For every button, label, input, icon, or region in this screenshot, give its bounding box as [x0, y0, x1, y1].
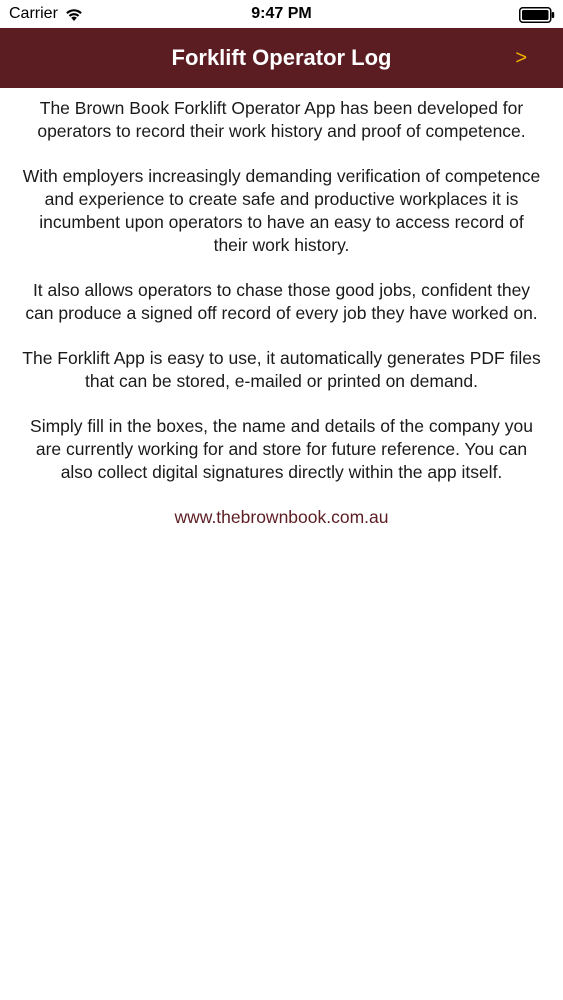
page-title: Forklift Operator Log	[171, 45, 392, 70]
app-screen: Carrier 9:47 PM Forklift Operator Log > …	[0, 0, 563, 1000]
intro-paragraph: With employers increasingly demanding ve…	[22, 166, 541, 255]
nav-bar: Forklift Operator Log >	[0, 28, 563, 88]
intro-paragraph: Simply fill in the boxes, the name and d…	[30, 416, 533, 482]
intro-paragraph: It also allows operators to chase those …	[25, 280, 538, 323]
intro-paragraph: The Forklift App is easy to use, it auto…	[22, 348, 541, 391]
status-bar: Carrier 9:47 PM	[0, 0, 563, 28]
intro-content: The Brown Book Forklift Operator App has…	[20, 97, 543, 529]
next-button[interactable]: >	[515, 28, 527, 88]
status-time: 9:47 PM	[251, 5, 312, 22]
intro-paragraph: The Brown Book Forklift Operator App has…	[37, 98, 526, 141]
website-link[interactable]: www.thebrownbook.com.au	[175, 506, 389, 529]
battery-icon	[519, 7, 555, 23]
